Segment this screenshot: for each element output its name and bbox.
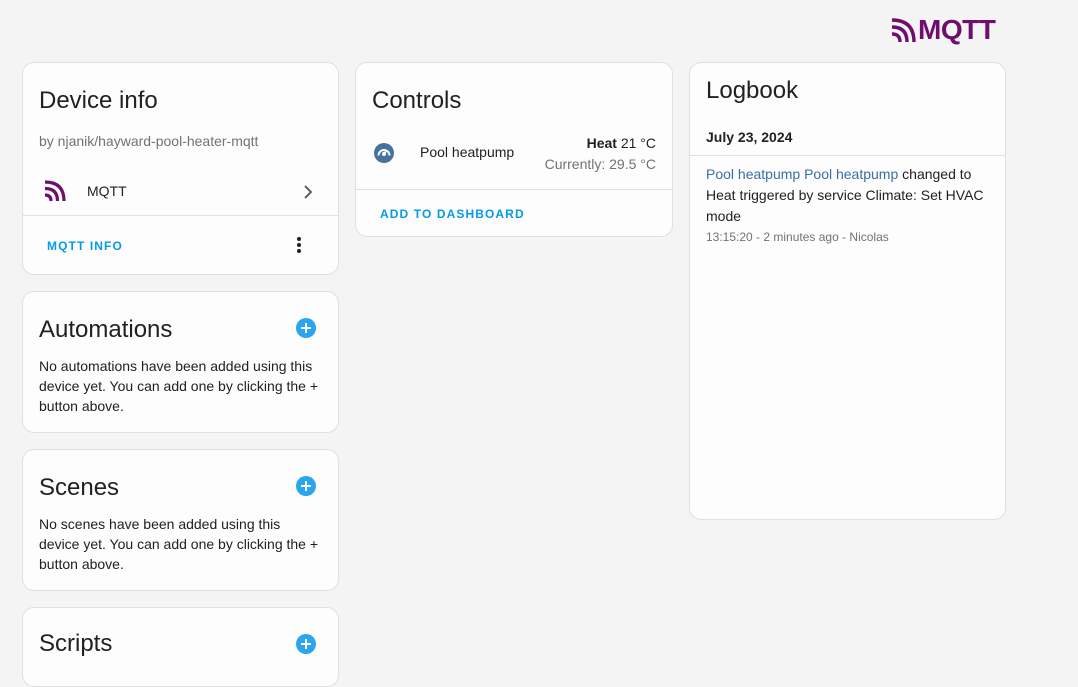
plus-icon	[301, 481, 311, 491]
logbook-entry: Pool heatpump Pool heatpump changed to H…	[706, 164, 987, 246]
plus-icon	[301, 639, 311, 649]
hvac-mode: Heat	[586, 135, 617, 151]
chevron-right-icon	[302, 184, 314, 200]
automations-title: Automations	[39, 316, 173, 343]
logbook-meta: 13:15:20 - 2 minutes ago - Nicolas	[706, 230, 889, 244]
current-temperature: Currently: 29.5 °C	[544, 156, 656, 172]
scenes-title: Scenes	[39, 474, 120, 501]
logbook-entity-link[interactable]: Pool heatpump	[706, 166, 800, 182]
logbook-card: Logbook July 23, 2024 Pool heatpump Pool…	[689, 62, 1006, 520]
entity-row[interactable]: Pool heatpump Heat 21 °C Currently: 29.5…	[356, 127, 672, 177]
controls-title: Controls	[372, 87, 462, 114]
scripts-card: Scripts	[22, 607, 339, 687]
plus-icon	[301, 323, 311, 333]
scenes-empty-text: No scenes have been added using this dev…	[39, 516, 319, 572]
automations-card: Automations No automations have been add…	[22, 291, 339, 433]
automations-empty-text: No automations have been added using thi…	[39, 358, 319, 414]
entity-name: Pool heatpump	[420, 144, 515, 160]
card-divider	[356, 189, 672, 190]
scripts-title: Scripts	[39, 630, 113, 657]
device-author: by njanik/hayward-pool-heater-mqtt	[39, 133, 259, 149]
more-options-icon[interactable]	[296, 236, 302, 254]
add-scene-button[interactable]	[296, 476, 316, 496]
logbook-title: Logbook	[706, 77, 799, 104]
integration-row[interactable]: MQTT	[23, 173, 338, 213]
add-to-dashboard-button[interactable]: ADD TO DASHBOARD	[380, 207, 525, 221]
controls-card: Controls Pool heatpump Heat 21 °C Curren…	[355, 62, 673, 237]
add-automation-button[interactable]	[296, 318, 316, 338]
mqtt-logo-icon	[892, 18, 916, 42]
mqtt-brand-logo: MQTT	[892, 14, 996, 45]
mqtt-logo-text: MQTT	[918, 14, 996, 45]
logbook-date: July 23, 2024	[706, 129, 793, 145]
entity-state: Heat 21 °C Currently: 29.5 °C	[545, 133, 656, 175]
thermostat-icon	[373, 142, 395, 164]
mqtt-info-button[interactable]: MQTT INFO	[47, 239, 123, 253]
device-info-title: Device info	[39, 87, 158, 114]
logbook-divider	[690, 155, 1005, 156]
mqtt-integration-icon	[43, 179, 67, 203]
card-divider	[23, 215, 338, 216]
logbook-entity-link[interactable]: Pool heatpump	[804, 166, 898, 182]
integration-label: MQTT	[87, 183, 127, 199]
device-info-card: Device info by njanik/hayward-pool-heate…	[22, 62, 339, 275]
target-temperature: 21 °C	[620, 135, 656, 151]
scenes-card: Scenes No scenes have been added using t…	[22, 449, 339, 591]
add-script-button[interactable]	[296, 634, 316, 654]
